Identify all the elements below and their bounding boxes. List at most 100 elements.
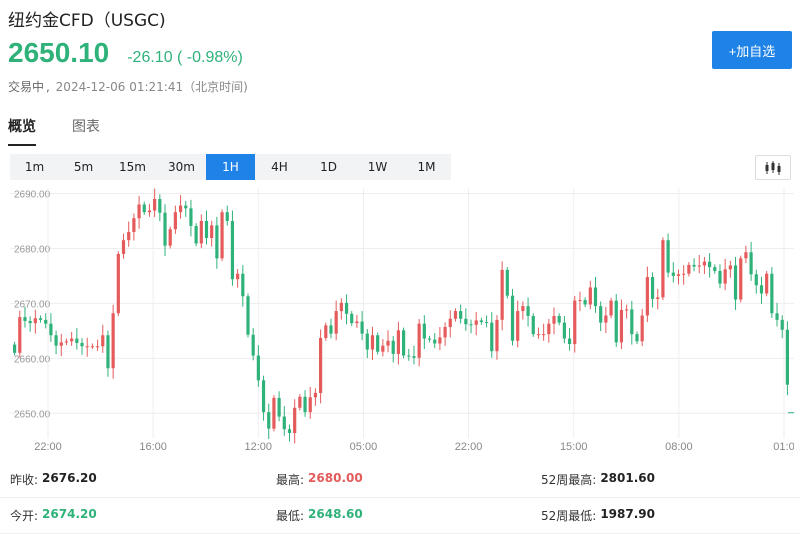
candle-body: [355, 321, 359, 324]
x-tick-label: 05:00: [350, 441, 378, 453]
candle-body: [33, 318, 37, 324]
candle-body: [562, 322, 566, 339]
stat-value: 2801.60: [600, 471, 655, 485]
candle-body: [173, 212, 177, 230]
chart-type-button[interactable]: [755, 155, 791, 180]
candle-body: [293, 407, 297, 434]
candle-body: [645, 277, 649, 316]
candle-body: [604, 315, 608, 323]
stat-open: 今开: 2674.20: [10, 507, 97, 524]
tab-chart[interactable]: 图表: [72, 116, 100, 146]
candle-body: [194, 225, 198, 244]
candle-body: [614, 300, 618, 343]
candle-body: [723, 269, 727, 284]
candle-body: [453, 311, 458, 319]
candle-body: [635, 334, 639, 342]
candle-body: [261, 380, 266, 413]
candle-body: [427, 338, 432, 340]
candle-body: [697, 265, 701, 267]
candle-body: [593, 287, 598, 307]
status-separator: ,: [46, 80, 50, 94]
candle-body: [225, 212, 229, 221]
tab-overview[interactable]: 概览: [8, 116, 36, 146]
stat-value: 2676.20: [42, 471, 97, 485]
candle-body: [708, 261, 712, 268]
candle-body: [547, 323, 551, 335]
candle-body: [412, 356, 416, 358]
price-chart[interactable]: 2690.00 2680.00 2670.00 2660.00 2650.00 22:00…: [10, 188, 795, 458]
period-selector: 1m 5m 15m 30m 1H 4H 1D 1W 1M: [10, 154, 451, 180]
candle-body: [739, 258, 743, 300]
candle-body: [49, 323, 53, 336]
candle-body: [147, 210, 152, 213]
candle-body: [386, 340, 390, 346]
candle-body: [256, 355, 260, 381]
candle-body: [153, 198, 157, 211]
candle-body: [422, 323, 426, 339]
period-30m[interactable]: 30m: [157, 154, 206, 180]
candle-body: [578, 300, 582, 302]
candle-body: [702, 261, 707, 266]
candle-body: [298, 396, 302, 408]
candle-body: [650, 277, 655, 299]
candle-body: [210, 225, 214, 238]
candle-body: [666, 240, 670, 273]
candle-body: [64, 341, 69, 343]
candle-body: [401, 330, 406, 356]
candle-body: [370, 335, 375, 350]
candle-body: [599, 306, 603, 323]
candle-body: [334, 311, 338, 334]
candle-body: [583, 300, 587, 305]
candle-body: [376, 335, 380, 352]
period-1mo[interactable]: 1M: [402, 154, 451, 180]
candle-body: [531, 316, 535, 335]
candle-body: [713, 267, 717, 271]
candle-body: [438, 337, 442, 344]
candle-body: [90, 346, 94, 348]
status-timestamp: 2024-12-06 01:21:41（北京时间): [55, 80, 248, 94]
y-tick-label: 2680.00: [14, 244, 51, 255]
candle-body: [484, 322, 489, 324]
period-1w[interactable]: 1W: [353, 154, 402, 180]
period-1h[interactable]: 1H: [206, 154, 255, 180]
add-to-watchlist-button[interactable]: +加自选: [712, 31, 792, 69]
period-1m[interactable]: 1m: [10, 154, 59, 180]
last-price: 2650.10: [8, 37, 110, 68]
stat-label: 最高:: [276, 473, 305, 487]
candle-body: [609, 300, 613, 316]
stat-value: 2680.00: [308, 471, 363, 485]
stat-value: 2648.60: [308, 507, 363, 521]
candle-body: [158, 198, 162, 213]
candle-body: [588, 287, 592, 305]
candle-body: [189, 208, 193, 226]
view-tabs: 概览 图表: [8, 116, 136, 146]
price-change: -26.10 ( -0.98%): [127, 49, 243, 66]
candle-body: [733, 265, 738, 300]
candle-body: [339, 302, 343, 312]
candle-body: [59, 342, 63, 346]
candle-body: [510, 295, 515, 341]
trading-status: 交易中, 2024-12-06 01:21:41（北京时间): [8, 78, 248, 95]
candle-body: [785, 329, 790, 385]
candle-body: [759, 285, 764, 294]
candle-body: [656, 297, 660, 299]
stat-label: 52周最低:: [541, 509, 597, 523]
candle-body: [344, 302, 349, 314]
period-4h[interactable]: 4H: [255, 154, 304, 180]
period-15m[interactable]: 15m: [108, 154, 157, 180]
period-1d[interactable]: 1D: [304, 154, 353, 180]
candle-body: [661, 240, 665, 298]
candle-body: [360, 321, 364, 334]
candle-body: [215, 225, 219, 259]
period-5m[interactable]: 5m: [59, 154, 108, 180]
candle-body: [687, 264, 691, 274]
candle-body: [754, 274, 758, 286]
stat-label: 昨收:: [10, 473, 39, 487]
candle-body: [526, 306, 530, 317]
candle-body: [443, 327, 447, 338]
candle-body: [303, 396, 307, 413]
candle-body: [85, 346, 89, 348]
candle-body: [163, 212, 167, 246]
candlestick-chart: 2690.002680.002670.002660.002650.0022:00…: [10, 188, 795, 453]
candle-body: [573, 300, 577, 345]
